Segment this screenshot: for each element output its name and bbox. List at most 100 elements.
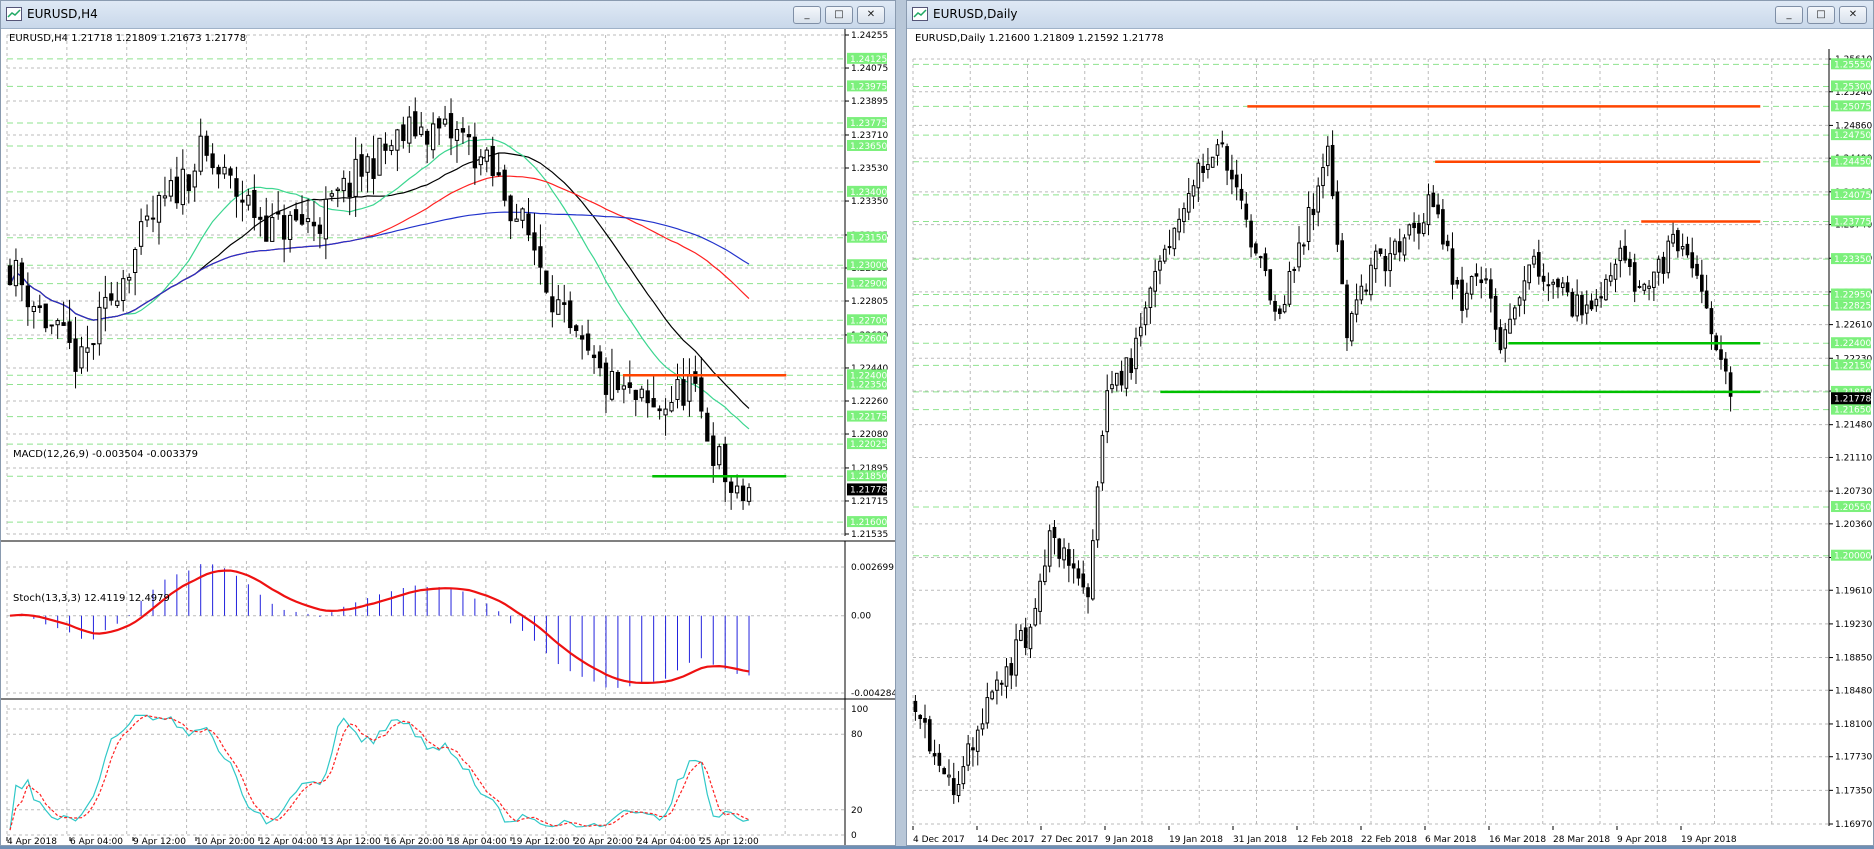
daily-candle-body [971,747,975,751]
h4-time-label: 25 Apr 12:00 [700,837,759,845]
daily-time-label: 19 Jan 2018 [1169,835,1223,845]
h4-candle-body [538,246,543,268]
daily-candle-body [1723,358,1728,372]
h4-moving-average-line [9,175,750,321]
h4-candle-body [395,129,400,151]
daily-candle-body [1316,185,1321,213]
h4-price-tick-label: 1.22805 [851,297,888,307]
daily-candle-body [937,752,942,766]
daily-candle-body [1110,384,1114,390]
h4-candle-body [645,390,650,404]
daily-window-titlebar[interactable]: EURUSD,Daily _ □ ✕ [907,1,1873,29]
daily-green-price-label: 1.21650 [1834,406,1871,416]
h4-candle-body [585,333,591,351]
h4-candle-body [55,320,60,326]
daily-time-label: 16 Mar 2018 [1489,835,1546,845]
close-button[interactable]: ✕ [1839,6,1867,24]
h4-candle-body [699,377,704,412]
daily-chart-window[interactable]: EURUSD,Daily _ □ ✕ 1.256101.252401.24860… [906,0,1874,846]
daily-candle-body [951,778,956,796]
daily-candle-body [995,679,999,691]
h4-candle-body [383,143,388,151]
daily-candle-body [1129,358,1134,373]
daily-candle-body [1321,167,1325,187]
daily-candle-body [1278,308,1282,315]
h4-candle-body [633,389,638,400]
h4-price-tick-label: 1.21715 [851,497,888,507]
daily-candle-body [1019,629,1023,641]
h4-candle-body [210,153,215,169]
daily-candle-body [1661,256,1666,274]
daily-candle-body [961,766,966,785]
h4-candle-body [413,111,418,137]
daily-green-price-label: 1.25550 [1834,60,1871,70]
daily-window-title: EURUSD,Daily [933,7,1018,21]
daily-candle-body [1153,270,1157,292]
maximize-button[interactable]: □ [825,6,853,24]
h4-current-price-label: 1.21778 [850,485,887,495]
h4-candle-body [478,156,483,166]
h4-candle-body [520,208,525,221]
daily-candle-body [1124,357,1129,389]
daily-candle-body [1580,294,1584,316]
daily-candle-body [1138,326,1143,337]
h4-candle-body [734,485,740,494]
h4-candle-body [442,118,448,125]
h4-candle-body [144,215,150,221]
h4-chart-window[interactable]: EURUSD,H4 _ □ ✕ 1.24255 1.24075 1.23895 1.2… [0,0,897,847]
h4-candle-body [133,249,138,273]
daily-candle-body [1613,263,1618,280]
daily-candle-body [1719,349,1723,360]
h4-candle-body [580,335,585,340]
h4-candle-body [657,408,662,412]
h4-time-label: 20 Apr 20:00 [574,837,633,845]
daily-green-price-label: 1.23350 [1834,255,1871,265]
window-splitter[interactable] [896,0,906,846]
h4-candle-body [258,216,263,220]
daily-candle-body [1426,194,1431,226]
daily-candle-body [1134,337,1138,370]
h4-chart-canvas[interactable]: 1.24255 1.24075 1.23895 1.23710 1.23530 1.233… [1,25,897,847]
daily-candle-body [1014,639,1018,676]
daily-candle-body [1608,275,1613,282]
h4-candle-body [681,379,686,406]
daily-candle-body [1273,300,1277,312]
h4-candle-body [448,113,454,139]
daily-candle-body [1517,297,1522,306]
minimize-button[interactable]: _ [793,6,821,24]
macd-title: MACD(12,26,9) -0.003504 -0.003379 [13,449,198,460]
daily-candle-body [932,753,937,757]
daily-candle-body [1402,237,1407,256]
daily-candle-body [927,719,932,752]
minimize-button[interactable]: _ [1775,6,1803,24]
h4-candle-body [711,435,716,466]
daily-candle-body [1091,540,1095,600]
h4-candle-body [609,370,615,400]
daily-candle-body [1359,285,1364,301]
daily-candle-body [1009,663,1014,676]
maximize-button[interactable]: □ [1807,6,1835,24]
daily-candle-body [1201,165,1205,174]
h4-candle-body [162,195,168,199]
daily-time-label: 31 Jan 2018 [1233,835,1287,845]
daily-candle-body [1431,192,1436,208]
daily-chart-canvas[interactable]: 1.256101.252401.248601.244901.241101.237… [907,29,1873,845]
daily-candle-body [1373,250,1378,270]
h4-candle-body [603,362,609,395]
daily-candle-body [1560,282,1565,288]
daily-time-label: 12 Feb 2018 [1297,835,1353,845]
daily-candle-body [1378,248,1383,254]
daily-candle-body [1143,307,1148,326]
daily-candle-body [1556,278,1560,288]
daily-candle-body [1570,291,1575,317]
h4-price-tick-label: 1.23710 [851,131,888,141]
close-button[interactable]: ✕ [857,6,885,24]
h4-candle-body [270,217,275,242]
daily-chart-area[interactable]: 1.256101.252401.248601.244901.241101.237… [907,29,1873,845]
stoch-tick-label: 100 [851,705,868,715]
daily-candle-body [1167,246,1172,249]
h4-window-titlebar[interactable]: EURUSD,H4 _ □ ✕ [1,1,895,29]
daily-candle-body [1028,626,1033,650]
h4-chart-area[interactable]: 1.24255 1.24075 1.23895 1.23710 1.23530 1.233… [1,25,897,847]
daily-price-tick-label: 1.20730 [1835,487,1872,497]
